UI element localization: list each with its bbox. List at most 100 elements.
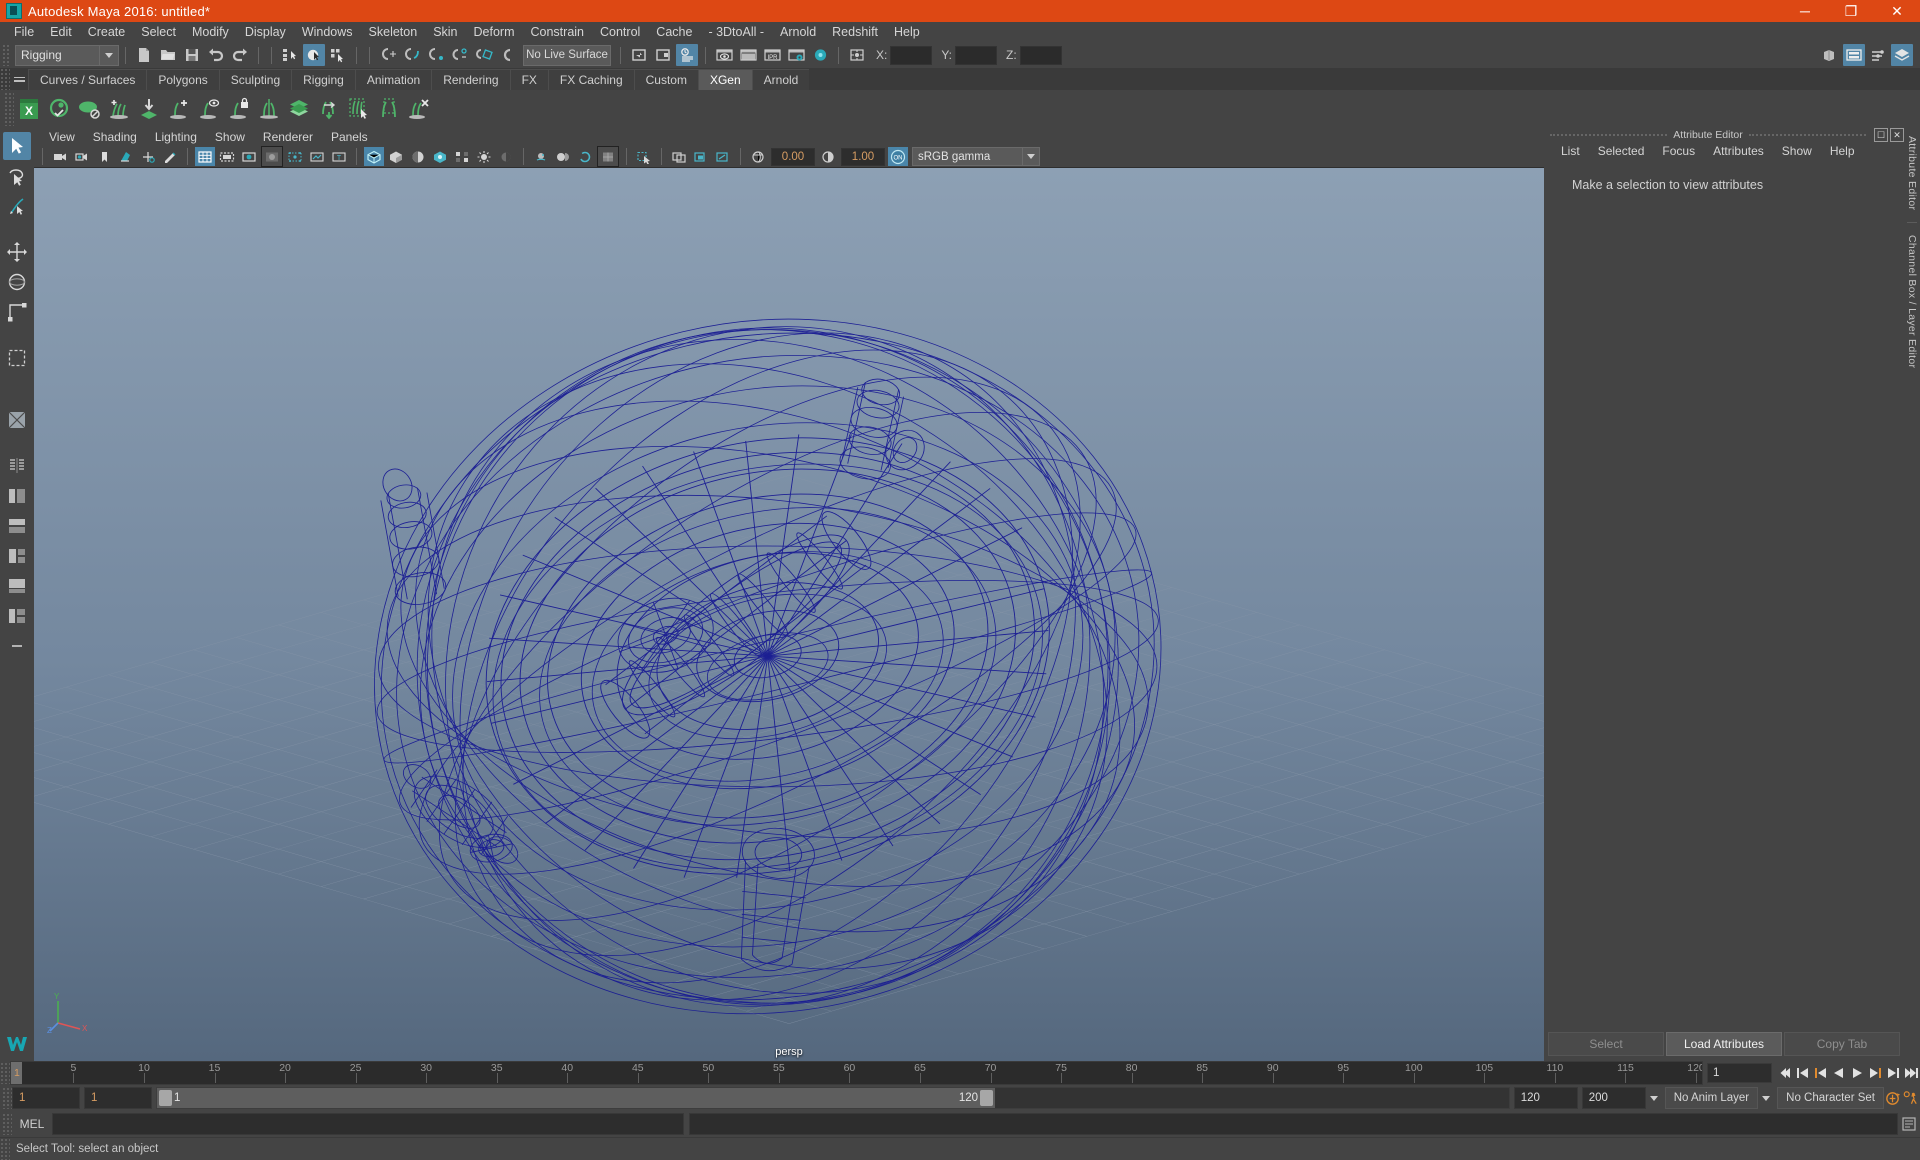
snap-to-point-icon[interactable] xyxy=(425,44,447,66)
shelf-tab-animation[interactable]: Animation xyxy=(354,69,432,90)
auto-keyframe-icon[interactable] xyxy=(1884,1088,1902,1108)
isolate-select-icon[interactable] xyxy=(634,147,654,166)
show-hide-modeling-toolkit-icon[interactable] xyxy=(1819,44,1841,66)
animation-preferences-icon[interactable] xyxy=(1902,1088,1920,1108)
live-surface-field[interactable]: No Live Surface xyxy=(523,44,611,66)
region-mask-icon[interactable] xyxy=(374,93,404,125)
gamma-icon[interactable] xyxy=(818,147,838,166)
scale-tool[interactable] xyxy=(3,298,31,326)
select-by-component-type-icon[interactable] xyxy=(327,44,349,66)
menu-select[interactable]: Select xyxy=(133,23,184,41)
outliner-graph-layout[interactable] xyxy=(3,602,31,630)
animation-end-field[interactable]: 200 xyxy=(1581,1087,1646,1109)
command-line-grip[interactable] xyxy=(2,1113,12,1135)
menu-constrain[interactable]: Constrain xyxy=(523,23,593,41)
shelf-tab-sculpting[interactable]: Sculpting xyxy=(218,69,292,90)
xray-icon[interactable] xyxy=(669,147,689,166)
step-forward-frame-icon[interactable] xyxy=(1866,1063,1884,1083)
two-d-pan-zoom-icon[interactable] xyxy=(138,147,158,166)
create-description-icon[interactable] xyxy=(164,93,194,125)
play-forwards-icon[interactable] xyxy=(1848,1063,1866,1083)
show-hide-attribute-editor-icon[interactable] xyxy=(1843,44,1865,66)
view-transform-selector[interactable]: sRGB gamma xyxy=(912,147,1023,166)
menu-cache[interactable]: Cache xyxy=(648,23,700,41)
axis-x-input[interactable] xyxy=(890,45,933,65)
single-perspective-layout[interactable] xyxy=(3,406,31,434)
texture-filtering-icon[interactable] xyxy=(597,146,619,167)
xray-joints-icon[interactable] xyxy=(691,147,711,166)
delete-guides-icon[interactable] xyxy=(404,93,434,125)
exposure-value[interactable]: 0.00 xyxy=(771,147,815,166)
image-plane-icon[interactable] xyxy=(116,147,136,166)
shelf-tab-curves-surfaces[interactable]: Curves / Surfaces xyxy=(28,69,147,90)
select-by-hierarchy-icon[interactable] xyxy=(279,44,301,66)
menu-file[interactable]: File xyxy=(6,23,42,41)
viewport-menu-view[interactable]: View xyxy=(40,129,84,145)
open-attribute-editor-icon[interactable] xyxy=(676,44,698,66)
menu-modify[interactable]: Modify xyxy=(184,23,237,41)
film-gate-icon[interactable] xyxy=(217,147,237,166)
shelf-tab-rendering[interactable]: Rendering xyxy=(431,69,510,90)
script-editor-icon[interactable] xyxy=(1898,1113,1920,1135)
ae-menu-show[interactable]: Show xyxy=(1773,143,1821,159)
new-scene-icon[interactable] xyxy=(133,44,155,66)
show-hide-tool-settings-icon[interactable] xyxy=(1867,44,1889,66)
shelf-tab-polygons[interactable]: Polygons xyxy=(146,69,219,90)
grid-toggle-icon[interactable] xyxy=(195,147,215,166)
command-input[interactable] xyxy=(52,1113,684,1135)
select-camera-icon[interactable] xyxy=(50,147,70,166)
smooth-shade-icon[interactable] xyxy=(386,147,406,166)
layers-icon[interactable] xyxy=(284,93,314,125)
import-collection-icon[interactable] xyxy=(134,93,164,125)
textured-icon[interactable] xyxy=(430,147,450,166)
snap-to-curve-icon[interactable] xyxy=(401,44,423,66)
select-guides-icon[interactable] xyxy=(344,93,374,125)
viewport-menu-panels[interactable]: Panels xyxy=(322,129,377,145)
more-layouts[interactable] xyxy=(3,632,31,660)
xgen-window-icon[interactable]: X xyxy=(14,93,44,125)
menu-set-dropdown-arrow[interactable] xyxy=(100,44,119,66)
motion-blur-icon[interactable] xyxy=(531,147,551,166)
time-slider-grip[interactable] xyxy=(0,1062,10,1084)
viewport-menu-shading[interactable]: Shading xyxy=(84,129,146,145)
animation-start-field[interactable]: 1 xyxy=(12,1087,80,1109)
ae-menu-list[interactable]: List xyxy=(1552,143,1589,159)
depth-of-field-icon[interactable] xyxy=(575,147,595,166)
step-back-frame-icon[interactable] xyxy=(1812,1063,1830,1083)
minimize-button[interactable]: ─ xyxy=(1782,0,1828,22)
ae-menu-selected[interactable]: Selected xyxy=(1589,143,1654,159)
select-tool[interactable] xyxy=(3,132,31,160)
menu-arnold[interactable]: Arnold xyxy=(772,23,824,41)
range-end-field[interactable]: 120 xyxy=(1513,1087,1578,1109)
render-view-icon[interactable] xyxy=(737,44,759,66)
render-settings-icon[interactable] xyxy=(785,44,807,66)
command-language-label[interactable]: MEL xyxy=(12,1117,52,1131)
screen-space-ao-icon[interactable] xyxy=(496,147,516,166)
safe-action-icon[interactable] xyxy=(307,147,327,166)
shelf-tab-custom[interactable]: Custom xyxy=(633,69,698,90)
convert-primitives-icon[interactable] xyxy=(314,93,344,125)
menu-3dtoall[interactable]: - 3DtoAll - xyxy=(700,23,772,41)
range-slider-grip[interactable] xyxy=(2,1087,12,1109)
maximize-button[interactable]: ❐ xyxy=(1828,0,1874,22)
xray-active-components-icon[interactable] xyxy=(713,147,733,166)
xgen-disable-preview-icon[interactable] xyxy=(74,93,104,125)
shelf-tab-fx[interactable]: FX xyxy=(509,69,548,90)
copy-tab-button[interactable]: Copy Tab xyxy=(1784,1032,1900,1056)
redo-icon[interactable] xyxy=(229,44,251,66)
side-tab-attribute-editor[interactable]: Attribute Editor xyxy=(1906,128,1918,218)
hypershade-persp-layout[interactable] xyxy=(3,542,31,570)
exposure-icon[interactable] xyxy=(748,147,768,166)
camera-attributes-icon[interactable] xyxy=(72,147,92,166)
time-slider-track[interactable]: 1 5 10 15 20 25 30 35 40 45 50 55 60 65 70 75 80 85 90 95 1… xyxy=(10,1061,1703,1085)
time-cursor[interactable]: 1 xyxy=(11,1062,22,1084)
wireframe-icon[interactable] xyxy=(364,147,384,166)
ipr-render-icon[interactable]: IPR xyxy=(761,44,783,66)
four-view-layout[interactable] xyxy=(3,452,31,480)
preview-description-icon[interactable] xyxy=(194,93,224,125)
snap-to-view-plane-icon[interactable] xyxy=(473,44,495,66)
safe-title-icon[interactable]: T xyxy=(329,147,349,166)
load-attributes-button[interactable]: Load Attributes xyxy=(1666,1032,1782,1056)
view-transform-dropdown-arrow[interactable] xyxy=(1023,147,1040,166)
shaded-wireframe-icon[interactable] xyxy=(408,147,428,166)
